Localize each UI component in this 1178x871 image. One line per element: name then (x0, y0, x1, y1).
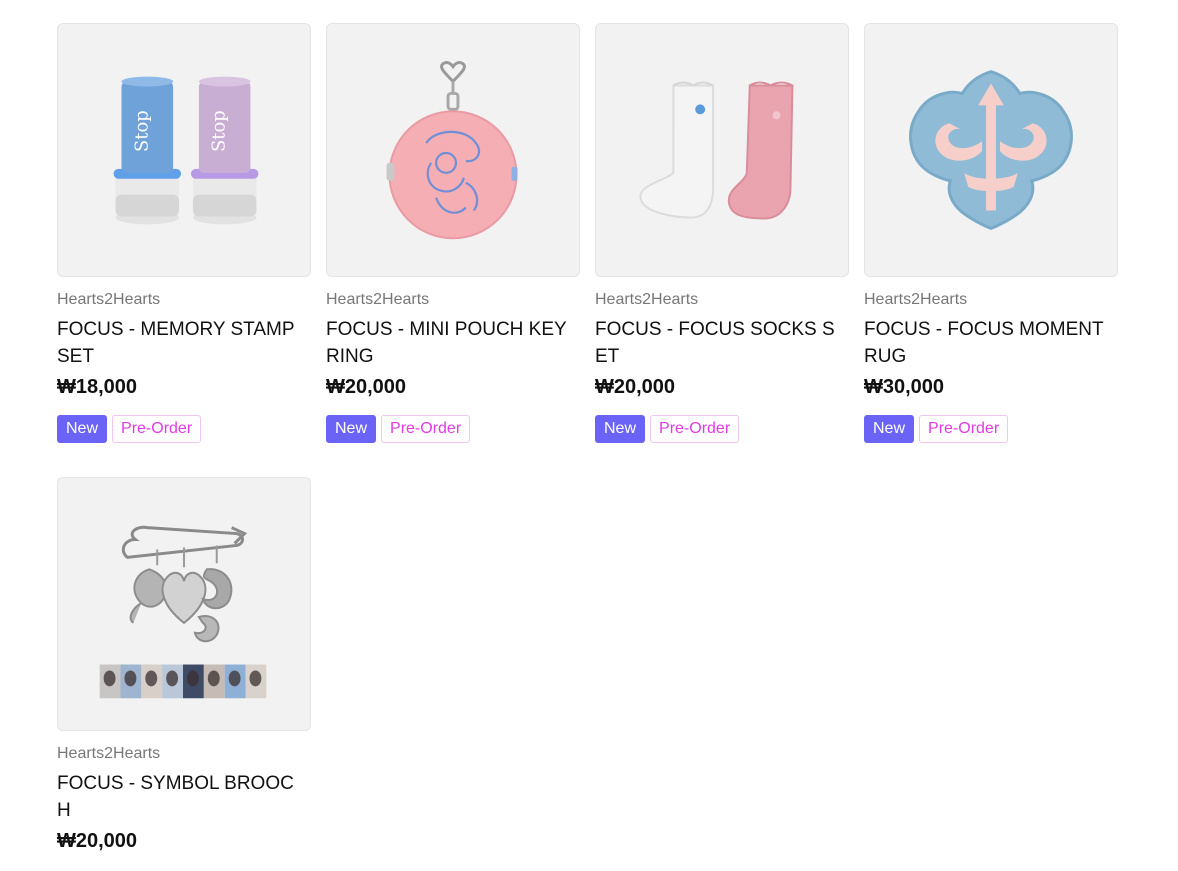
product-name[interactable]: FOCUS - FOCUS SOCKS SET (595, 316, 839, 370)
product-brand: Hearts2Hearts (57, 291, 161, 308)
preorder-badge: Pre-Order (650, 415, 740, 443)
badge-row: New Pre-Order (864, 415, 1118, 443)
product-card[interactable]: Hearts2Hearts FOCUS - FOCUS MOMENT RUG ₩… (864, 23, 1118, 443)
preorder-badge: Pre-Order (112, 415, 202, 443)
preorder-badge: Pre-Order (381, 415, 471, 443)
svg-text:Stop: Stop (209, 110, 230, 152)
product-image[interactable] (864, 23, 1118, 277)
pouch-keyring-image (386, 60, 518, 240)
product-card[interactable]: Hearts2Hearts FOCUS - MINI POUCH KEYRING… (326, 23, 580, 443)
product-image[interactable] (57, 477, 311, 731)
new-badge: New (57, 415, 108, 443)
product-price: ₩20,000 (326, 376, 407, 398)
socks-set-image (639, 81, 794, 220)
product-card[interactable]: Stop Stop Hearts2Hearts FOCUS - MEMORY S… (57, 23, 311, 443)
product-brand: Hearts2Hearts (326, 291, 430, 308)
badge-row: New Pre-Order (57, 415, 311, 443)
svg-text:Stop: Stop (131, 110, 152, 152)
product-name[interactable]: FOCUS - SYMBOL BROOCH (57, 770, 301, 824)
product-grid: Stop Stop Hearts2Hearts FOCUS - MEMORY S… (57, 23, 1118, 853)
new-badge: New (326, 415, 377, 443)
symbol-brooch-image (99, 525, 267, 699)
moment-rug-image (909, 70, 1073, 230)
product-price: ₩18,000 (57, 376, 138, 398)
product-image[interactable]: Stop Stop (57, 23, 311, 277)
product-card[interactable]: Hearts2Hearts FOCUS - FOCUS SOCKS SET ₩2… (595, 23, 849, 443)
new-badge: New (595, 415, 646, 443)
product-price: ₩20,000 (595, 376, 676, 398)
product-card[interactable]: Hearts2Hearts FOCUS - SYMBOL BROOCH ₩20,… (57, 477, 311, 853)
badge-row: New Pre-Order (595, 415, 849, 443)
product-image[interactable] (326, 23, 580, 277)
product-brand: Hearts2Hearts (595, 291, 699, 308)
product-name[interactable]: FOCUS - MINI POUCH KEYRING (326, 316, 570, 370)
preorder-badge: Pre-Order (919, 415, 1009, 443)
product-name[interactable]: FOCUS - MEMORY STAMP SET (57, 316, 301, 370)
new-badge: New (864, 415, 915, 443)
product-name[interactable]: FOCUS - FOCUS MOMENT RUG (864, 316, 1108, 370)
product-price: ₩20,000 (57, 830, 138, 852)
product-brand: Hearts2Hearts (864, 291, 968, 308)
product-price: ₩30,000 (864, 376, 945, 398)
product-image[interactable] (595, 23, 849, 277)
stamp-set-image: Stop Stop (113, 76, 259, 225)
product-brand: Hearts2Hearts (57, 745, 161, 762)
badge-row: New Pre-Order (326, 415, 580, 443)
